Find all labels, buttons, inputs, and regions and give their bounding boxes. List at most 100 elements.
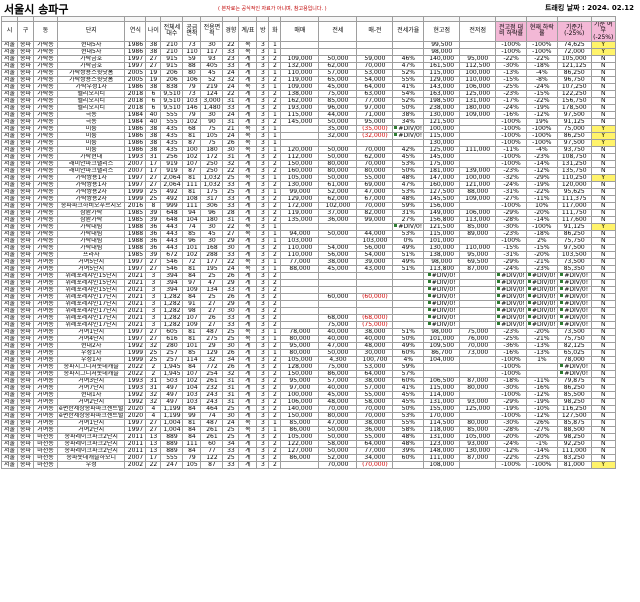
table-cell[interactable]: 3 <box>256 103 270 112</box>
table-cell[interactable]: 3 <box>256 453 270 462</box>
table-cell[interactable]: -22% <box>495 453 527 462</box>
table-cell[interactable]: 108,750 <box>556 152 592 161</box>
table-cell[interactable]: 계 <box>238 68 258 77</box>
table-cell[interactable]: 서울 <box>1 397 18 406</box>
table-cell[interactable]: 73,500 <box>556 257 592 266</box>
table-cell[interactable]: 거여1단지 <box>56 418 126 427</box>
table-cell[interactable]: 80,000 <box>280 334 320 343</box>
table-cell[interactable]: 280 <box>160 341 184 350</box>
table-cell[interactable]: 거여동 <box>33 306 58 315</box>
table-cell[interactable]: 62,000 <box>356 152 394 161</box>
table-cell[interactable]: 80,000 <box>356 166 394 175</box>
table-cell[interactable]: -21% <box>525 334 558 343</box>
table-cell[interactable]: 71,000 <box>356 110 394 119</box>
table-cell[interactable]: 서울 <box>1 285 18 294</box>
table-cell[interactable]: 73 <box>182 40 202 49</box>
table-cell[interactable]: 27% <box>392 215 425 224</box>
table-cell[interactable]: 161,500 <box>423 61 461 70</box>
table-cell[interactable]: -4% <box>525 145 558 154</box>
table-cell[interactable]: 275 <box>200 334 224 343</box>
table-cell[interactable]: N <box>590 425 616 434</box>
table-cell[interactable]: 139,000 <box>459 166 497 175</box>
table-cell[interactable]: 송파 <box>17 446 34 455</box>
table-cell[interactable]: 36 <box>145 243 162 252</box>
table-cell[interactable]: 3 <box>145 278 162 287</box>
table-cell[interactable]: 3 <box>256 397 270 406</box>
table-cell[interactable] <box>459 292 497 301</box>
table-cell[interactable]: 75,750 <box>556 236 592 245</box>
table-cell[interactable]: 미륭 <box>56 124 126 133</box>
table-cell[interactable]: -11% <box>495 145 527 154</box>
table-cell[interactable]: 송파 <box>17 152 34 161</box>
table-cell[interactable]: N <box>590 229 616 238</box>
table-cell[interactable]: 3 <box>256 131 270 140</box>
table-cell[interactable]: 31 <box>145 152 162 161</box>
table-cell[interactable]: 105,000 <box>280 355 320 364</box>
table-cell[interactable]: 124 <box>200 89 224 98</box>
table-cell[interactable]: 1,282 <box>160 313 184 322</box>
table-cell[interactable]: 1985 <box>124 208 147 217</box>
table-cell[interactable]: 111,750 <box>556 208 592 217</box>
table-cell[interactable]: 계 <box>238 446 258 455</box>
table-cell[interactable]: 25 <box>222 404 240 413</box>
table-cell[interactable]: 복 <box>238 222 258 231</box>
table-cell[interactable]: 현대5차 <box>56 40 126 49</box>
table-cell[interactable]: 계 <box>238 369 258 378</box>
table-cell[interactable]: 2018 <box>124 103 147 112</box>
table-cell[interactable]: -100% <box>495 47 527 56</box>
table-cell[interactable]: 91,125 <box>556 117 592 126</box>
table-cell[interactable]: N <box>590 320 616 329</box>
table-cell[interactable]: -20% <box>495 432 527 441</box>
table-cell[interactable]: 55,000 <box>356 173 394 182</box>
table-cell[interactable]: 1988 <box>124 243 147 252</box>
table-cell[interactable]: #DIV/0! <box>392 222 425 231</box>
table-cell[interactable]: 27 <box>200 299 224 308</box>
table-cell[interactable]: 3 <box>256 82 270 91</box>
table-cell[interactable]: 3 <box>256 208 270 217</box>
table-cell[interactable]: 30 <box>200 222 224 231</box>
table-cell[interactable]: 1 <box>268 236 282 245</box>
table-cell[interactable] <box>459 460 497 469</box>
table-cell[interactable]: 계 <box>238 362 258 371</box>
table-cell[interactable]: 26 <box>222 348 240 357</box>
column-header[interactable]: 매-전 <box>356 21 394 42</box>
table-cell[interactable]: -100% <box>495 369 527 378</box>
table-cell[interactable]: 59% <box>392 201 425 210</box>
table-cell[interactable]: 64,000 <box>356 439 394 448</box>
table-cell[interactable]: 가락동 <box>33 89 58 98</box>
table-cell[interactable]: #DIV/0! <box>525 306 558 315</box>
table-cell[interactable]: 38 <box>145 124 162 133</box>
table-cell[interactable]: 거여동 <box>33 383 58 392</box>
table-cell[interactable]: 3 <box>256 320 270 329</box>
table-cell[interactable]: 래미안파크팰리스 <box>56 166 126 175</box>
table-cell[interactable]: -20% <box>525 208 558 217</box>
table-cell[interactable]: 180,000 <box>459 103 497 112</box>
table-cell[interactable]: 송파 <box>17 145 34 154</box>
column-header[interactable]: 동 <box>33 21 58 42</box>
table-cell[interactable]: 거여5단지 <box>56 264 126 273</box>
table-cell[interactable]: 52,000 <box>318 187 358 196</box>
table-cell[interactable]: 3 <box>256 187 270 196</box>
table-cell[interactable]: 156,750 <box>556 96 592 105</box>
table-cell[interactable]: 96,750 <box>556 75 592 84</box>
table-cell[interactable]: 3 <box>256 369 270 378</box>
table-cell[interactable]: 서울 <box>1 208 18 217</box>
table-cell[interactable]: 2022 <box>124 369 147 378</box>
table-cell[interactable]: -100% <box>495 40 527 49</box>
table-cell[interactable]: 송파 <box>17 390 34 399</box>
table-cell[interactable]: 131,000 <box>423 397 461 406</box>
table-cell[interactable]: -29% <box>495 257 527 266</box>
table-cell[interactable]: #DIV/0! <box>495 271 527 280</box>
table-cell[interactable] <box>392 313 425 322</box>
table-cell[interactable] <box>280 271 320 280</box>
table-cell[interactable]: 48,000 <box>318 397 358 406</box>
table-cell[interactable]: 32 <box>145 397 162 406</box>
table-cell[interactable]: 2002 <box>124 460 147 469</box>
table-cell[interactable]: 서울 <box>1 306 18 315</box>
table-cell[interactable]: 거여동 <box>33 320 58 329</box>
table-cell[interactable]: 146 <box>182 103 202 112</box>
table-cell[interactable]: 113,000 <box>459 215 497 224</box>
table-cell[interactable]: 2 <box>268 243 282 252</box>
table-cell[interactable]: 99,500 <box>423 40 461 49</box>
table-cell[interactable]: 915 <box>160 54 184 63</box>
